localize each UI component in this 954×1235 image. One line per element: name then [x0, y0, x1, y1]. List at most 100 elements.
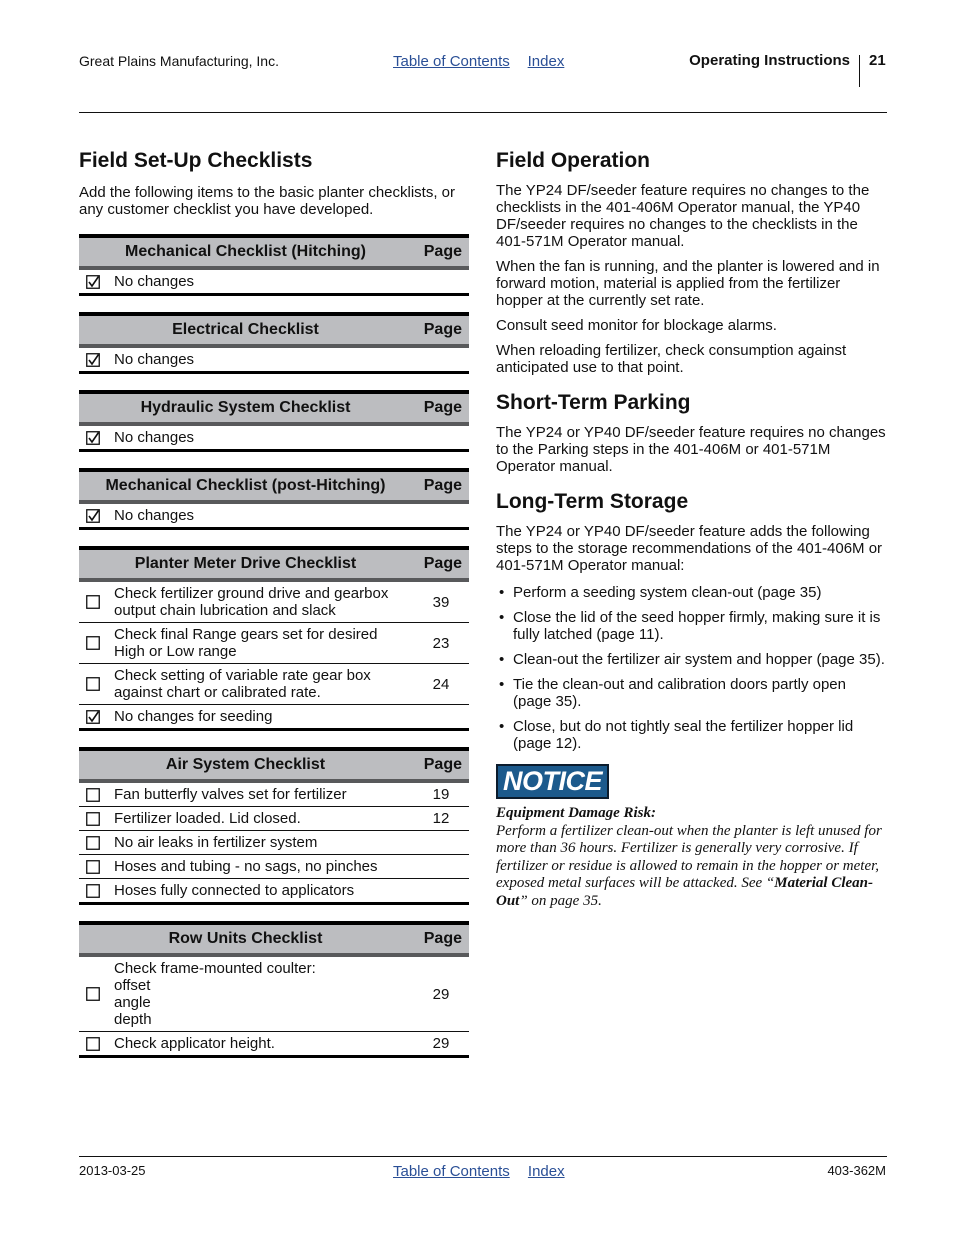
- header-links: Table of Contents Index: [393, 52, 578, 71]
- checked-box-icon[interactable]: [79, 508, 107, 523]
- checklist-table: Mechanical Checklist (Hitching) Page No ch…: [79, 234, 469, 296]
- page-column-label: Page: [423, 243, 462, 260]
- checklist-item-text: Check fertilizer ground drive and gearbo…: [114, 585, 389, 619]
- checklist-table: Electrical Checklist Page No changes: [79, 312, 469, 374]
- checklist-title: Air System Checklist: [165, 756, 326, 773]
- checklist-item-text: Check setting of variable rate gear box a…: [114, 667, 371, 701]
- checkbox-icon[interactable]: [79, 987, 107, 1001]
- checklist-item-text: Check final Range gears set for desired H…: [114, 626, 378, 660]
- checkbox-icon[interactable]: [79, 636, 107, 650]
- index-link[interactable]: Index: [528, 53, 565, 70]
- checklist-item-text: No changes: [114, 507, 195, 524]
- list-item: Perform a seeding system clean-out (page…: [496, 584, 888, 601]
- field-operation-para: The YP24 DF/seeder feature requires no c…: [496, 182, 870, 250]
- page-column-label: Page: [423, 930, 462, 947]
- checklist-item-text: Hoses fully connected to applicators: [114, 882, 355, 899]
- page-column-label: Page: [423, 555, 462, 572]
- table-row: Check applicator height. 29: [79, 1031, 469, 1055]
- field-operation-para: Consult seed monitor for blockage alarms…: [496, 317, 777, 334]
- checkbox-icon[interactable]: [79, 595, 107, 609]
- table-row: Check setting of variable rate gear box a…: [79, 663, 469, 704]
- short-term-para: The YP24 or YP40 DF/seeder feature requi…: [496, 424, 886, 475]
- checklist-title: Planter Meter Drive Checklist: [134, 555, 357, 572]
- notice-body-end: ” on page 35.: [519, 892, 602, 909]
- short-term-title: Short-Term Parking: [496, 391, 691, 414]
- checklist-table: Air System Checklist Page Fan butterfly va…: [79, 747, 469, 905]
- checklist-table: Hydraulic System Checklist Page No changes: [79, 390, 469, 452]
- checklist-header: Air System Checklist Page: [79, 751, 469, 783]
- checklist-header: Planter Meter Drive Checklist Page: [79, 550, 469, 582]
- checklist-item-page: 39: [432, 593, 450, 611]
- checked-box-icon[interactable]: [79, 352, 107, 367]
- checklist-table: Mechanical Checklist (post-Hitching) Page…: [79, 468, 469, 530]
- checklist-title: Hydraulic System Checklist: [140, 399, 351, 416]
- footer-links: Table of Contents Index: [393, 1163, 579, 1180]
- table-row: No changes: [79, 270, 469, 293]
- checklist-item-text: Check applicator height.: [114, 1035, 275, 1052]
- company-name: Great Plains Manufacturing, Inc.: [79, 53, 279, 69]
- checklist-item-text: No changes: [114, 273, 195, 290]
- long-term-title: Long-Term Storage: [496, 490, 689, 513]
- field-operation-para: When reloading fertilizer, check consump…: [496, 342, 847, 376]
- checkbox-icon[interactable]: [79, 787, 107, 802]
- checklist-item-text: Fertilizer loaded. Lid closed.: [114, 810, 301, 827]
- checklist-item-text: Hoses and tubing - no sags, no pinches: [114, 858, 378, 875]
- checklist-item-text: No air leaks in fertilizer system: [114, 834, 318, 851]
- checklist-item-page: 29: [432, 1035, 450, 1052]
- page-column-label: Page: [423, 321, 462, 338]
- checklist-header: Mechanical Checklist (Hitching) Page: [79, 238, 469, 270]
- page-column-label: Page: [423, 756, 462, 773]
- checked-box-icon[interactable]: [79, 274, 107, 289]
- footer-rule: [79, 1156, 887, 1157]
- field-setup-intro: Add the following items to the basic pla…: [79, 184, 456, 218]
- page-column-label: Page: [423, 477, 462, 494]
- checklist-item-page: 29: [432, 985, 450, 1003]
- toc-link[interactable]: Table of Contents: [393, 53, 510, 70]
- notice-badge: NOTICE: [496, 764, 610, 799]
- index-link[interactable]: Index: [528, 1163, 565, 1180]
- checkbox-icon[interactable]: [79, 677, 107, 691]
- table-row: Hoses and tubing - no sags, no pinches: [79, 854, 469, 878]
- checklist-item-text: Check frame-mounted coulter: offset angle d…: [114, 960, 316, 1028]
- notice-heading: Equipment Damage Risk:: [496, 805, 657, 821]
- table-row: No changes: [79, 426, 469, 449]
- checked-box-icon[interactable]: [79, 430, 107, 445]
- list-item: Tie the clean-out and calibration doors …: [496, 676, 888, 710]
- long-term-para: The YP24 or YP40 DF/seeder feature adds …: [496, 523, 883, 574]
- field-setup-title: Field Set-Up Checklists: [79, 149, 313, 172]
- checklist-item-page: 19: [432, 786, 450, 803]
- notice-text: Equipment Damage Risk: Perform a fertili…: [496, 805, 888, 910]
- list-item: Close, but do not tightly seal the ferti…: [496, 718, 888, 752]
- checklist-item-page: 12: [432, 810, 450, 827]
- checkbox-icon[interactable]: [79, 1036, 107, 1051]
- checklist-header: Row Units Checklist Page: [79, 925, 469, 957]
- table-row: No air leaks in fertilizer system: [79, 830, 469, 854]
- table-row: Check final Range gears set for desired H…: [79, 622, 469, 663]
- footer-date: 2013-03-25: [79, 1163, 146, 1178]
- page-column-label: Page: [423, 399, 462, 416]
- checklist-table: Planter Meter Drive Checklist Page Check f…: [79, 546, 469, 731]
- field-operation-title: Field Operation: [496, 149, 651, 172]
- table-row: Fertilizer loaded. Lid closed. 12: [79, 806, 469, 830]
- checklist-item-page: 23: [432, 634, 450, 652]
- checkbox-icon[interactable]: [79, 811, 107, 826]
- checkbox-icon[interactable]: [79, 835, 107, 850]
- table-row: No changes for seeding: [79, 704, 469, 728]
- checklist-title: Mechanical Checklist (post-Hitching): [105, 477, 386, 494]
- checklist-header: Hydraulic System Checklist Page: [79, 394, 469, 426]
- table-row: No changes: [79, 348, 469, 371]
- table-row: No changes: [79, 504, 469, 527]
- checked-box-icon[interactable]: [79, 709, 107, 724]
- checklist-title: Mechanical Checklist (Hitching): [125, 243, 366, 260]
- checklist-item-text: No changes: [114, 351, 195, 368]
- toc-link[interactable]: Table of Contents: [393, 1163, 510, 1180]
- checklist-item-text: No changes: [114, 429, 195, 446]
- checkbox-icon[interactable]: [79, 883, 107, 898]
- table-row: Check fertilizer ground drive and gearbo…: [79, 582, 469, 622]
- doc-number: 403-362M: [827, 1163, 886, 1178]
- storage-steps: Perform a seeding system clean-out (page…: [496, 584, 888, 752]
- left-column: Field Set-Up Checklists Add the followin…: [79, 148, 469, 1058]
- checkbox-icon[interactable]: [79, 859, 107, 874]
- header-divider: [859, 55, 860, 87]
- table-row: Fan butterfly valves set for fertilizer 1…: [79, 783, 469, 806]
